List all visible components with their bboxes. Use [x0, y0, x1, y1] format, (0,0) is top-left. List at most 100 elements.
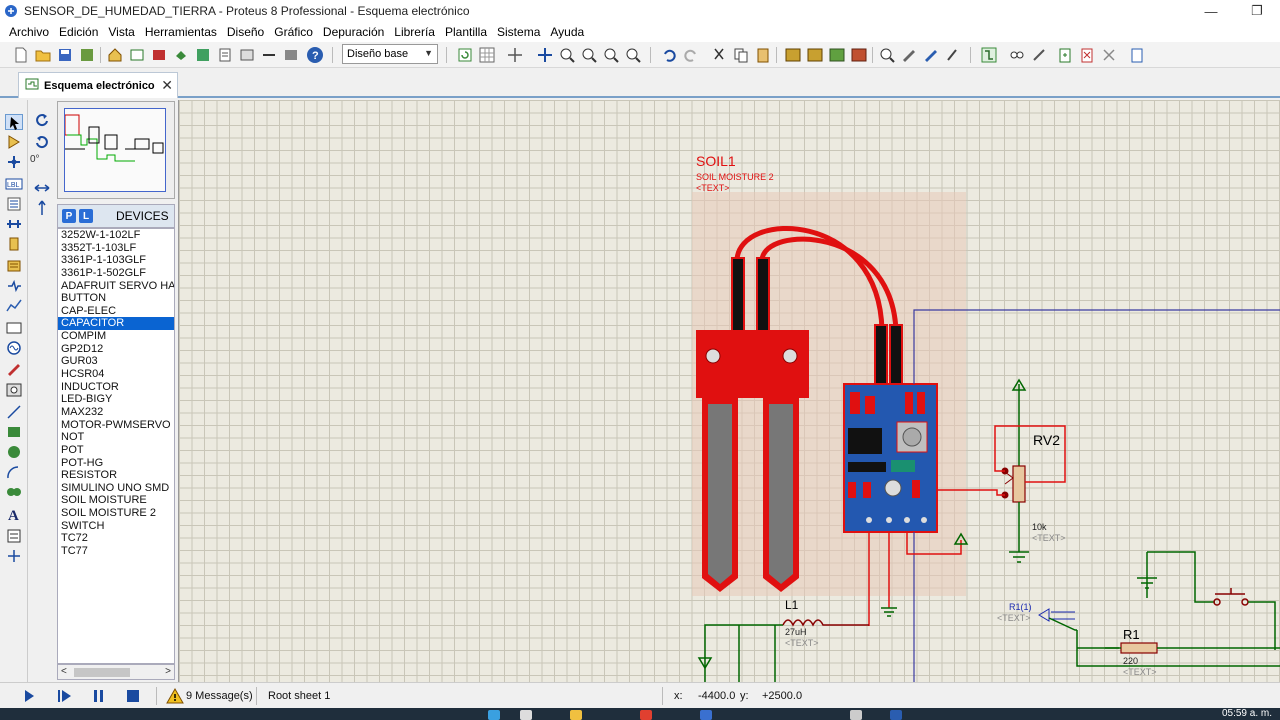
origin-icon[interactable]: [506, 46, 524, 64]
device-list-item[interactable]: CAPACITOR: [58, 317, 174, 331]
device-list-item[interactable]: COMPIM: [58, 330, 174, 343]
scroll-right-icon[interactable]: >: [165, 666, 171, 677]
gerber-icon[interactable]: [194, 46, 212, 64]
path-tool-icon[interactable]: [5, 484, 23, 500]
circle-tool-icon[interactable]: [5, 444, 23, 460]
device-list-item[interactable]: SOIL MOISTURE: [58, 494, 174, 507]
menu-edicion[interactable]: Edición: [54, 25, 103, 39]
device-list-item[interactable]: ADAFRUIT SERVO HA: [58, 280, 174, 293]
r1-resistor[interactable]: [1120, 642, 1158, 654]
copy-icon[interactable]: [732, 46, 750, 64]
messages-count[interactable]: 9 Message(s): [186, 690, 253, 702]
schematic-canvas[interactable]: SOIL1 SOIL MOISTURE 2 <TEXT> RV2 10k <TE…: [178, 100, 1280, 682]
junction-dot-icon[interactable]: [5, 154, 23, 170]
devices-horizontal-scrollbar[interactable]: < >: [57, 664, 175, 680]
arc-tool-icon[interactable]: [5, 464, 23, 480]
device-list-item[interactable]: 3361P-1-103GLF: [58, 254, 174, 267]
menu-ayuda[interactable]: Ayuda: [545, 25, 589, 39]
pick-device-icon[interactable]: [878, 46, 896, 64]
packaging-icon[interactable]: [922, 46, 940, 64]
redo-icon[interactable]: [682, 46, 700, 64]
save-icon[interactable]: [56, 46, 74, 64]
graph-mode-icon[interactable]: [5, 298, 23, 314]
device-list-item[interactable]: INDUCTOR: [58, 381, 174, 394]
device-list-item[interactable]: POT: [58, 444, 174, 457]
rotate-anticlockwise-icon[interactable]: [33, 134, 51, 150]
new-file-icon[interactable]: [12, 46, 30, 64]
decompose-icon[interactable]: [944, 46, 962, 64]
device-list-item[interactable]: MAX232: [58, 406, 174, 419]
import-icon[interactable]: [78, 46, 96, 64]
subcircuit-icon[interactable]: [5, 236, 23, 252]
marker-tool-icon[interactable]: [5, 548, 23, 564]
device-list-item[interactable]: HCSR04: [58, 368, 174, 381]
paste-icon[interactable]: [754, 46, 772, 64]
open-folder-icon[interactable]: [34, 46, 52, 64]
overview-window[interactable]: [57, 101, 175, 199]
menu-diseno[interactable]: Diseño: [222, 25, 269, 39]
menu-vista[interactable]: Vista: [103, 25, 139, 39]
zoom-area-icon[interactable]: [624, 46, 642, 64]
selection-mode-icon[interactable]: [5, 114, 23, 130]
rotate-clockwise-icon[interactable]: [33, 112, 51, 128]
device-list-item[interactable]: NOT: [58, 431, 174, 444]
taskbar-app-icon[interactable]: [520, 710, 532, 720]
device-list-item[interactable]: POT-HG: [58, 457, 174, 470]
help-icon[interactable]: ?: [306, 46, 324, 64]
taskbar-app-icon[interactable]: [570, 710, 582, 720]
rv2-body[interactable]: [1012, 465, 1026, 503]
l1-inductor[interactable]: [782, 619, 869, 627]
bus-icon[interactable]: [5, 216, 23, 232]
device-list-item[interactable]: GP2D12: [58, 343, 174, 356]
text-tool-icon[interactable]: A: [5, 506, 23, 524]
wire-autorouter-icon[interactable]: [980, 46, 998, 64]
mirror-vertical-icon[interactable]: [33, 200, 51, 216]
taskbar-app-icon[interactable]: [488, 710, 500, 720]
device-list-item[interactable]: 3252W-1-102LF: [58, 229, 174, 242]
minimize-button[interactable]: —: [1188, 0, 1234, 22]
menu-depuracion[interactable]: Depuración: [318, 25, 389, 39]
component-mode-icon[interactable]: [5, 134, 23, 150]
line-tool-icon[interactable]: [5, 404, 23, 420]
block-delete-icon[interactable]: [850, 46, 868, 64]
wire-label-icon[interactable]: LBL: [5, 176, 23, 192]
netlist-icon[interactable]: [260, 46, 278, 64]
design-explorer-icon[interactable]: [282, 46, 300, 64]
taskbar-app-icon[interactable]: [850, 710, 862, 720]
block-move-icon[interactable]: [806, 46, 824, 64]
menu-sistema[interactable]: Sistema: [492, 25, 545, 39]
tape-recorder-icon[interactable]: [5, 320, 23, 336]
home-icon[interactable]: [106, 46, 124, 64]
close-icon[interactable]: ✕: [161, 77, 173, 94]
3d-icon[interactable]: [172, 46, 190, 64]
stop-icon[interactable]: [124, 688, 142, 704]
device-list-item[interactable]: LED-BIGY: [58, 393, 174, 406]
taskbar-app-icon[interactable]: [890, 710, 902, 720]
menu-grafico[interactable]: Gráfico: [269, 25, 318, 39]
step-icon[interactable]: [56, 688, 74, 704]
pan-icon[interactable]: [536, 46, 554, 64]
device-list-item[interactable]: TC77: [58, 545, 174, 558]
symbol-tool-icon[interactable]: [5, 528, 23, 544]
property-tool-icon[interactable]: [1030, 46, 1048, 64]
taskbar-app-icon[interactable]: [700, 710, 712, 720]
block-rotate-icon[interactable]: [828, 46, 846, 64]
device-list-item[interactable]: GUR03: [58, 355, 174, 368]
library-manager-button[interactable]: L: [79, 209, 93, 223]
zoom-all-icon[interactable]: [602, 46, 620, 64]
make-device-icon[interactable]: [900, 46, 918, 64]
device-list-item[interactable]: RESISTOR: [58, 469, 174, 482]
refresh-icon[interactable]: [456, 46, 474, 64]
menu-herramientas[interactable]: Herramientas: [140, 25, 222, 39]
scroll-left-icon[interactable]: <: [61, 666, 67, 677]
cut-icon[interactable]: [710, 46, 728, 64]
generator-icon[interactable]: [5, 340, 23, 356]
code-icon[interactable]: [238, 46, 256, 64]
box-tool-icon[interactable]: [5, 424, 23, 440]
new-sheet-icon[interactable]: [1056, 46, 1074, 64]
device-list-item[interactable]: SOIL MOISTURE 2: [58, 507, 174, 520]
device-pins-icon[interactable]: [5, 278, 23, 294]
schematic-icon[interactable]: [128, 46, 146, 64]
exit-sheet-icon[interactable]: [1100, 46, 1118, 64]
zoom-in-icon[interactable]: [558, 46, 576, 64]
